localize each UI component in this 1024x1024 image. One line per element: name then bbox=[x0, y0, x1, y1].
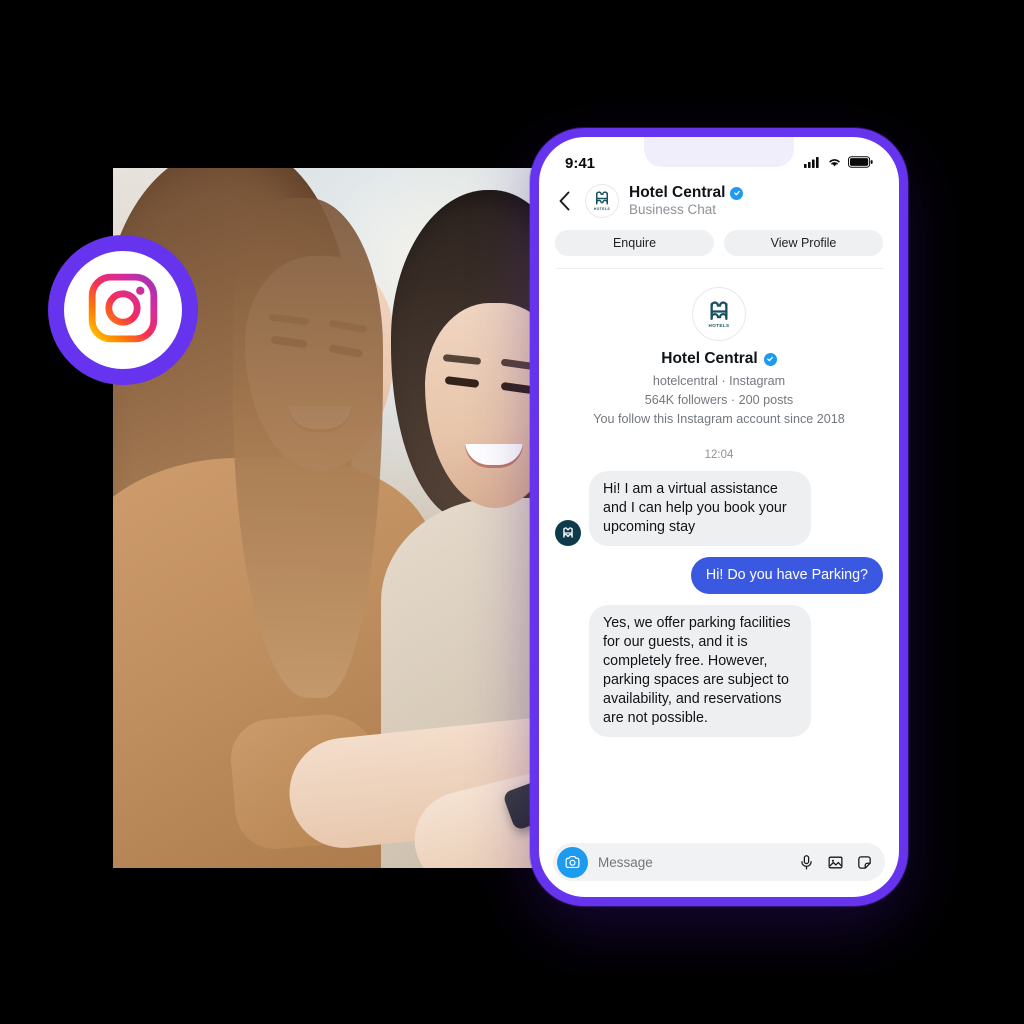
avatar-wordmark: HOTELS bbox=[593, 207, 611, 211]
profile-avatar-wordmark: HOTELS bbox=[708, 322, 730, 328]
verified-badge-icon bbox=[730, 186, 744, 200]
message-row-business: Yes, we offer parking facilities for our… bbox=[555, 604, 883, 737]
message-composer bbox=[553, 843, 885, 881]
composer-icon-group bbox=[798, 854, 873, 871]
quick-action-row: Enquire View Profile bbox=[539, 228, 899, 268]
profile-stats-line: 564K followers · 200 posts bbox=[644, 392, 794, 407]
header-avatar[interactable]: HOTELS bbox=[585, 184, 619, 218]
profile-follow-line: You follow this Instagram account since … bbox=[593, 411, 845, 426]
profile-name-row: Hotel Central bbox=[559, 350, 879, 368]
header-subtitle: Business Chat bbox=[629, 202, 717, 218]
enquire-button[interactable]: Enquire bbox=[555, 230, 714, 256]
conversation-timestamp: 12:04 bbox=[704, 448, 734, 461]
sticker-icon[interactable] bbox=[856, 854, 873, 871]
composition-stage: 9:41 HOTELS Hotel Central Business Chat … bbox=[0, 0, 1024, 1024]
battery-icon bbox=[848, 155, 873, 172]
message-row-user: Hi! Do you have Parking? bbox=[555, 556, 883, 594]
instagram-badge-inner bbox=[64, 251, 182, 369]
view-profile-button[interactable]: View Profile bbox=[724, 230, 883, 256]
status-time: 9:41 bbox=[565, 155, 596, 172]
header-name-text: Hotel Central bbox=[629, 184, 726, 202]
message-bubble: Hi! I am a virtual assistance and I can … bbox=[589, 470, 811, 546]
wifi-icon bbox=[827, 155, 842, 172]
camera-icon[interactable] bbox=[557, 846, 588, 878]
image-icon[interactable] bbox=[827, 854, 844, 871]
phone-mockup: 9:41 HOTELS Hotel Central Business Chat … bbox=[530, 128, 908, 906]
chevron-left-icon[interactable] bbox=[553, 190, 575, 212]
profile-verified-badge-icon bbox=[763, 352, 777, 366]
instagram-badge bbox=[48, 235, 198, 385]
instagram-logo-icon bbox=[86, 271, 160, 350]
message-bubble: Hi! Do you have Parking? bbox=[690, 556, 883, 594]
microphone-icon[interactable] bbox=[798, 854, 815, 871]
chat-header: HOTELS Hotel Central Business Chat bbox=[539, 176, 899, 228]
message-bubble: Yes, we offer parking facilities for our… bbox=[589, 604, 811, 737]
header-text-group: Hotel Central Business Chat bbox=[629, 184, 744, 218]
header-account-name: Hotel Central bbox=[629, 184, 744, 202]
message-row-business: Hi! I am a virtual assistance and I can … bbox=[555, 470, 883, 546]
status-icons bbox=[804, 155, 873, 172]
message-input[interactable] bbox=[598, 854, 788, 870]
message-list: Hi! I am a virtual assistance and I can … bbox=[539, 470, 899, 833]
profile-handle-line: hotelcentral · Instagram bbox=[652, 374, 786, 388]
profile-avatar[interactable]: HOTELS bbox=[692, 287, 746, 341]
profile-name-text: Hotel Central bbox=[661, 350, 758, 367]
cellular-signal-icon bbox=[804, 155, 821, 172]
phone-screen: 9:41 HOTELS Hotel Central Business Chat … bbox=[539, 137, 899, 897]
message-avatar-icon bbox=[555, 519, 581, 546]
profile-block: HOTELS Hotel Central hotelcentral · Inst… bbox=[539, 269, 899, 435]
phone-notch bbox=[644, 137, 794, 167]
